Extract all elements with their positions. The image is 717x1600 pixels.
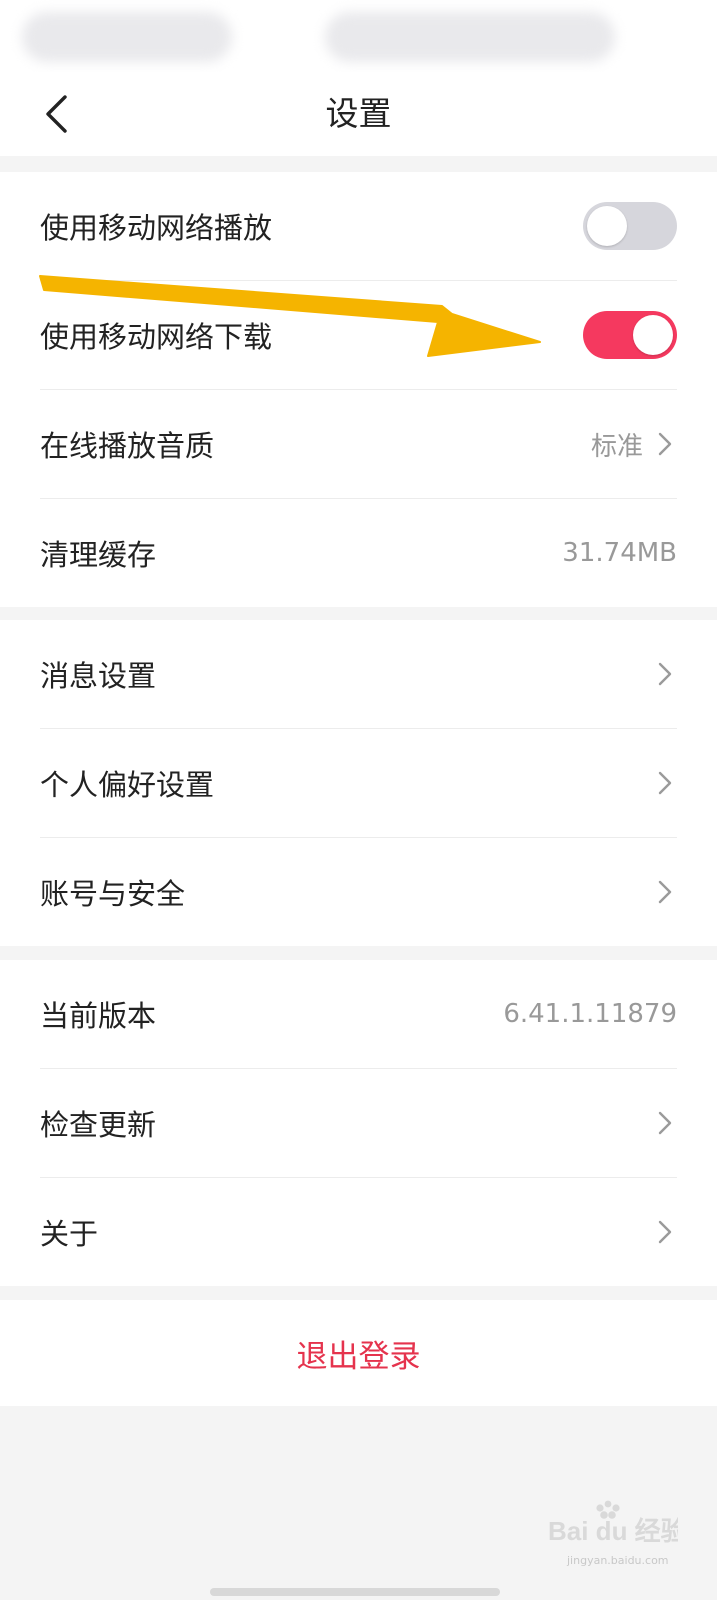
settings-group-playback: 使用移动网络播放 使用移动网络下载 在线播放音质 标准 清理缓存 31.74MB [0, 172, 717, 607]
baidu-watermark-logo: Bai du 经验 [548, 1500, 678, 1546]
settings-group-about: 当前版本 6.41.1.11879 检查更新 关于 [0, 960, 717, 1286]
home-indicator [210, 1588, 500, 1596]
setting-label-notifications: 消息设置 [40, 659, 157, 693]
mobile-play-toggle[interactable] [583, 202, 677, 250]
logout-button[interactable]: 退出登录 [297, 1331, 421, 1376]
status-bar-blurred-left [22, 12, 232, 62]
mobile-download-toggle[interactable] [583, 311, 677, 359]
setting-label-clear-cache: 清理缓存 [40, 538, 157, 572]
toggle-knob [633, 315, 673, 355]
chevron-right-icon [653, 662, 677, 686]
audio-quality-value: 标准 [590, 431, 643, 462]
chevron-right-icon [653, 432, 677, 456]
setting-label-check-update: 检查更新 [40, 1108, 157, 1142]
setting-label-audio-quality: 在线播放音质 [40, 429, 215, 463]
watermark-url: jingyan.baidu.com [567, 1554, 669, 1567]
logout-section: 退出登录 [0, 1300, 717, 1406]
settings-group-account: 消息设置 个人偏好设置 账号与安全 [0, 620, 717, 946]
chevron-right-icon [653, 1220, 677, 1244]
setting-row-check-update[interactable]: 检查更新 [40, 1069, 677, 1178]
back-button[interactable] [30, 88, 82, 140]
watermark-brand: Bai du 经验 [548, 1516, 678, 1546]
setting-label-about: 关于 [40, 1217, 99, 1251]
setting-label-version: 当前版本 [40, 999, 157, 1033]
chevron-left-icon [46, 95, 67, 133]
chevron-right-icon [653, 1111, 677, 1135]
chevron-right-icon [653, 880, 677, 904]
setting-row-account-security[interactable]: 账号与安全 [40, 838, 677, 946]
setting-row-mobile-play: 使用移动网络播放 [40, 172, 677, 281]
cache-size-value: 31.74MB [562, 538, 677, 568]
page-title: 设置 [325, 94, 392, 133]
setting-label-mobile-play: 使用移动网络播放 [40, 211, 273, 245]
setting-row-preferences[interactable]: 个人偏好设置 [40, 729, 677, 838]
setting-row-clear-cache[interactable]: 清理缓存 31.74MB [40, 499, 677, 607]
setting-label-mobile-download: 使用移动网络下载 [40, 320, 273, 354]
version-value: 6.41.1.11879 [503, 999, 677, 1029]
toggle-knob [587, 206, 627, 246]
status-bar-blurred-right [325, 12, 615, 62]
setting-label-account-security: 账号与安全 [40, 877, 186, 911]
setting-row-notifications[interactable]: 消息设置 [40, 620, 677, 729]
setting-row-audio-quality[interactable]: 在线播放音质 标准 [40, 390, 677, 499]
nav-bar: 设置 [0, 72, 717, 156]
setting-row-mobile-download: 使用移动网络下载 [40, 281, 677, 390]
setting-row-about[interactable]: 关于 [40, 1178, 677, 1286]
setting-label-preferences: 个人偏好设置 [40, 768, 215, 802]
setting-row-version: 当前版本 6.41.1.11879 [40, 960, 677, 1069]
status-bar [0, 0, 717, 72]
chevron-right-icon [653, 771, 677, 795]
